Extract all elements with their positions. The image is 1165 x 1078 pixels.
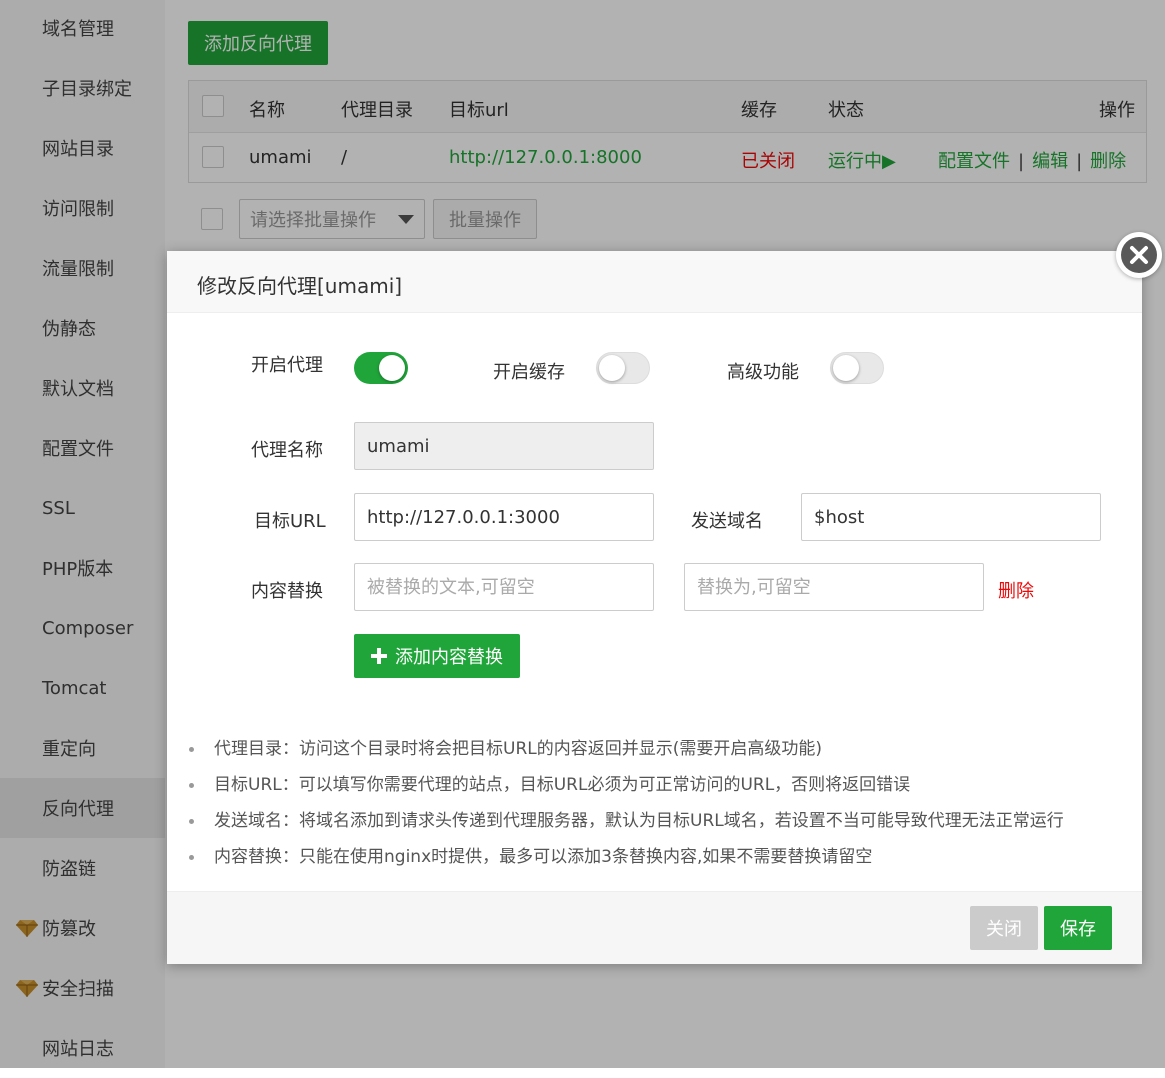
content-replace-label: 内容替换 [251, 581, 323, 602]
bullet-icon [189, 783, 194, 788]
proxy-name-field[interactable] [354, 422, 654, 470]
toggle-proxy-switch[interactable] [354, 352, 408, 384]
target-url-field[interactable] [354, 493, 654, 541]
tip-text: 目标URL：可以填写你需要代理的站点，目标URL必须为可正常访问的URL，否则将… [214, 775, 911, 795]
proxy-name-label: 代理名称 [251, 440, 323, 461]
toggle-cache-label: 开启缓存 [493, 362, 565, 383]
dialog-header: 修改反向代理[umami] [167, 251, 1142, 313]
list-item: 代理目录：访问这个目录时将会把目标URL的内容返回并显示(需要开启高级功能) [189, 736, 1129, 772]
close-icon [1121, 237, 1157, 273]
toggle-knob [379, 355, 405, 381]
list-item: 目标URL：可以填写你需要代理的站点，目标URL必须为可正常访问的URL，否则将… [189, 772, 1129, 808]
list-item: 发送域名：将域名添加到请求头传递到代理服务器，默认为目标URL域名，若设置不当可… [189, 808, 1129, 844]
list-item: 内容替换：只能在使用nginx时提供，最多可以添加3条替换内容,如果不需要替换请… [189, 844, 1129, 880]
add-content-replace-button[interactable]: 添加内容替换 [354, 634, 520, 678]
plus-icon [371, 648, 387, 664]
tip-text: 内容替换：只能在使用nginx时提供，最多可以添加3条替换内容,如果不需要替换请… [214, 847, 873, 867]
target-url-label: 目标URL [254, 511, 326, 532]
replace-to-field[interactable] [684, 563, 984, 611]
toggle-cache-switch[interactable] [596, 352, 650, 384]
toggle-advanced-switch[interactable] [830, 352, 884, 384]
save-button[interactable]: 保存 [1044, 906, 1112, 950]
send-domain-field[interactable] [801, 493, 1101, 541]
delete-replace-link[interactable]: 删除 [998, 577, 1034, 603]
toggle-knob [599, 355, 625, 381]
toggle-proxy-label: 开启代理 [251, 355, 323, 376]
tip-text: 发送域名：将域名添加到请求头传递到代理服务器，默认为目标URL域名，若设置不当可… [214, 811, 1064, 831]
add-content-replace-label: 添加内容替换 [395, 647, 503, 668]
help-tips: 代理目录：访问这个目录时将会把目标URL的内容返回并显示(需要开启高级功能) 目… [189, 736, 1129, 880]
bullet-icon [189, 855, 194, 860]
dialog-close-button[interactable] [1116, 232, 1162, 278]
dialog-title: 修改反向代理[umami] [197, 274, 403, 298]
bullet-icon [189, 747, 194, 752]
tip-text: 代理目录：访问这个目录时将会把目标URL的内容返回并显示(需要开启高级功能) [214, 739, 822, 759]
bullet-icon [189, 819, 194, 824]
dialog-footer: 关闭 保存 [167, 891, 1142, 964]
replace-from-field[interactable] [354, 563, 654, 611]
close-button[interactable]: 关闭 [970, 906, 1038, 950]
send-domain-label: 发送域名 [691, 511, 763, 532]
edit-proxy-dialog: 修改反向代理[umami] 开启代理 开启缓存 高级功能 代理名称 目标URL … [167, 251, 1142, 964]
toggle-advanced-label: 高级功能 [727, 362, 799, 383]
toggle-knob [833, 355, 859, 381]
